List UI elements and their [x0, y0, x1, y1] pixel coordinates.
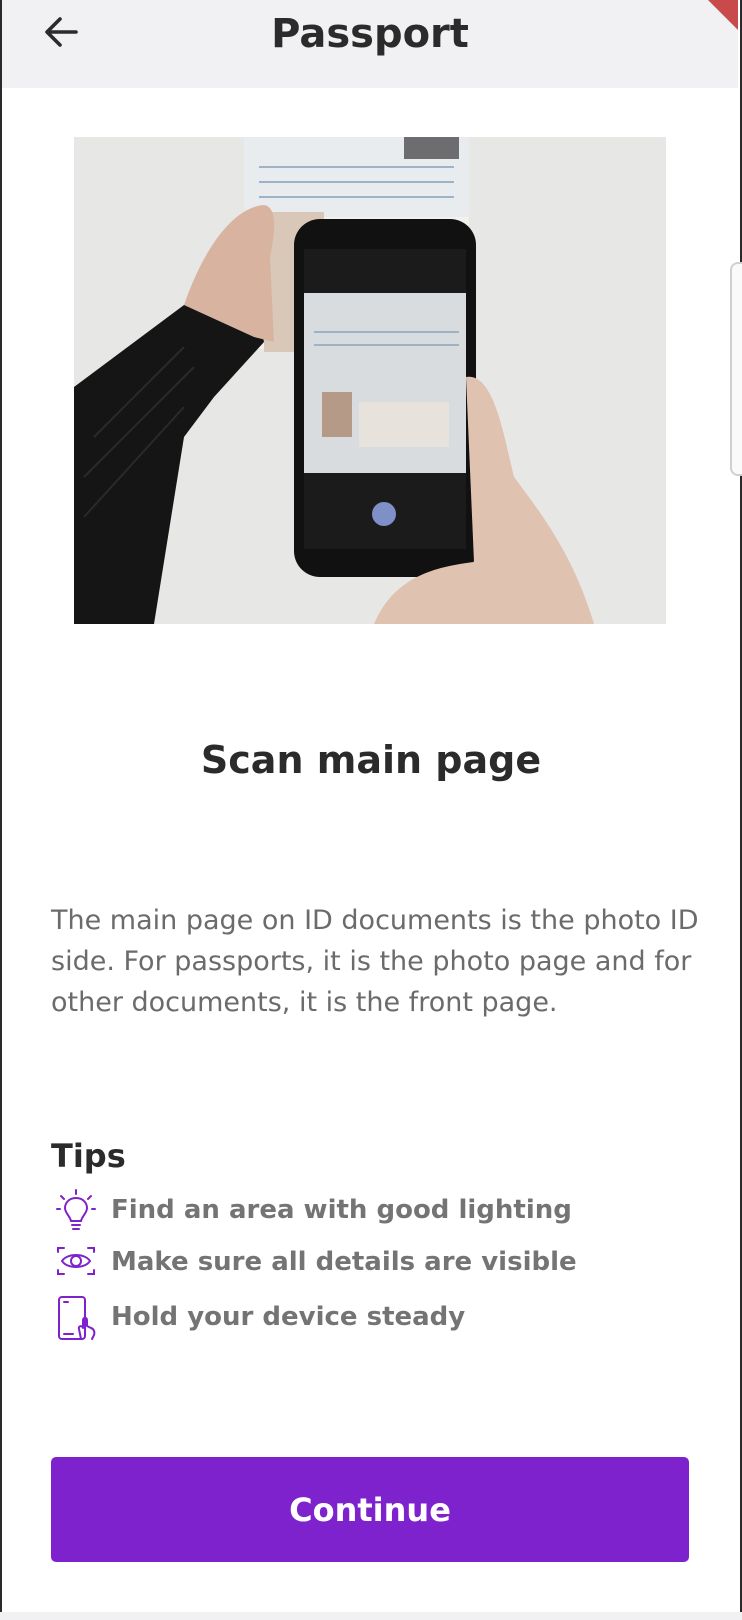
- phone-hand-icon: [58, 1296, 96, 1340]
- continue-button[interactable]: Continue: [51, 1457, 689, 1562]
- top-app-bar: Passport: [2, 0, 738, 88]
- bottom-bar: [0, 1612, 742, 1620]
- tip-text: Hold your device steady: [111, 1302, 466, 1332]
- debug-banner-corner: [708, 0, 738, 30]
- description-text: The main page on ID documents is the pho…: [51, 905, 699, 1018]
- tip-text: Make sure all details are visible: [111, 1247, 577, 1277]
- window-frame-left: [0, 0, 2, 1620]
- tip-item-lighting: Find an area with good lighting: [51, 1188, 671, 1234]
- lightbulb-icon: [56, 1189, 96, 1230]
- eye-icon: [57, 1247, 95, 1275]
- section-heading: Scan main page: [200, 738, 542, 782]
- tip-text: Find an area with good lighting: [111, 1195, 572, 1225]
- tips-title: Tips: [51, 1137, 126, 1175]
- side-pull-tab[interactable]: [730, 262, 742, 476]
- tip-item-visibility: Make sure all details are visible: [51, 1240, 671, 1286]
- passport-scan-illustration: [74, 137, 666, 624]
- page-title: Passport: [271, 11, 469, 57]
- hero-image: [74, 137, 666, 624]
- tip-item-steady: Hold your device steady: [51, 1295, 671, 1341]
